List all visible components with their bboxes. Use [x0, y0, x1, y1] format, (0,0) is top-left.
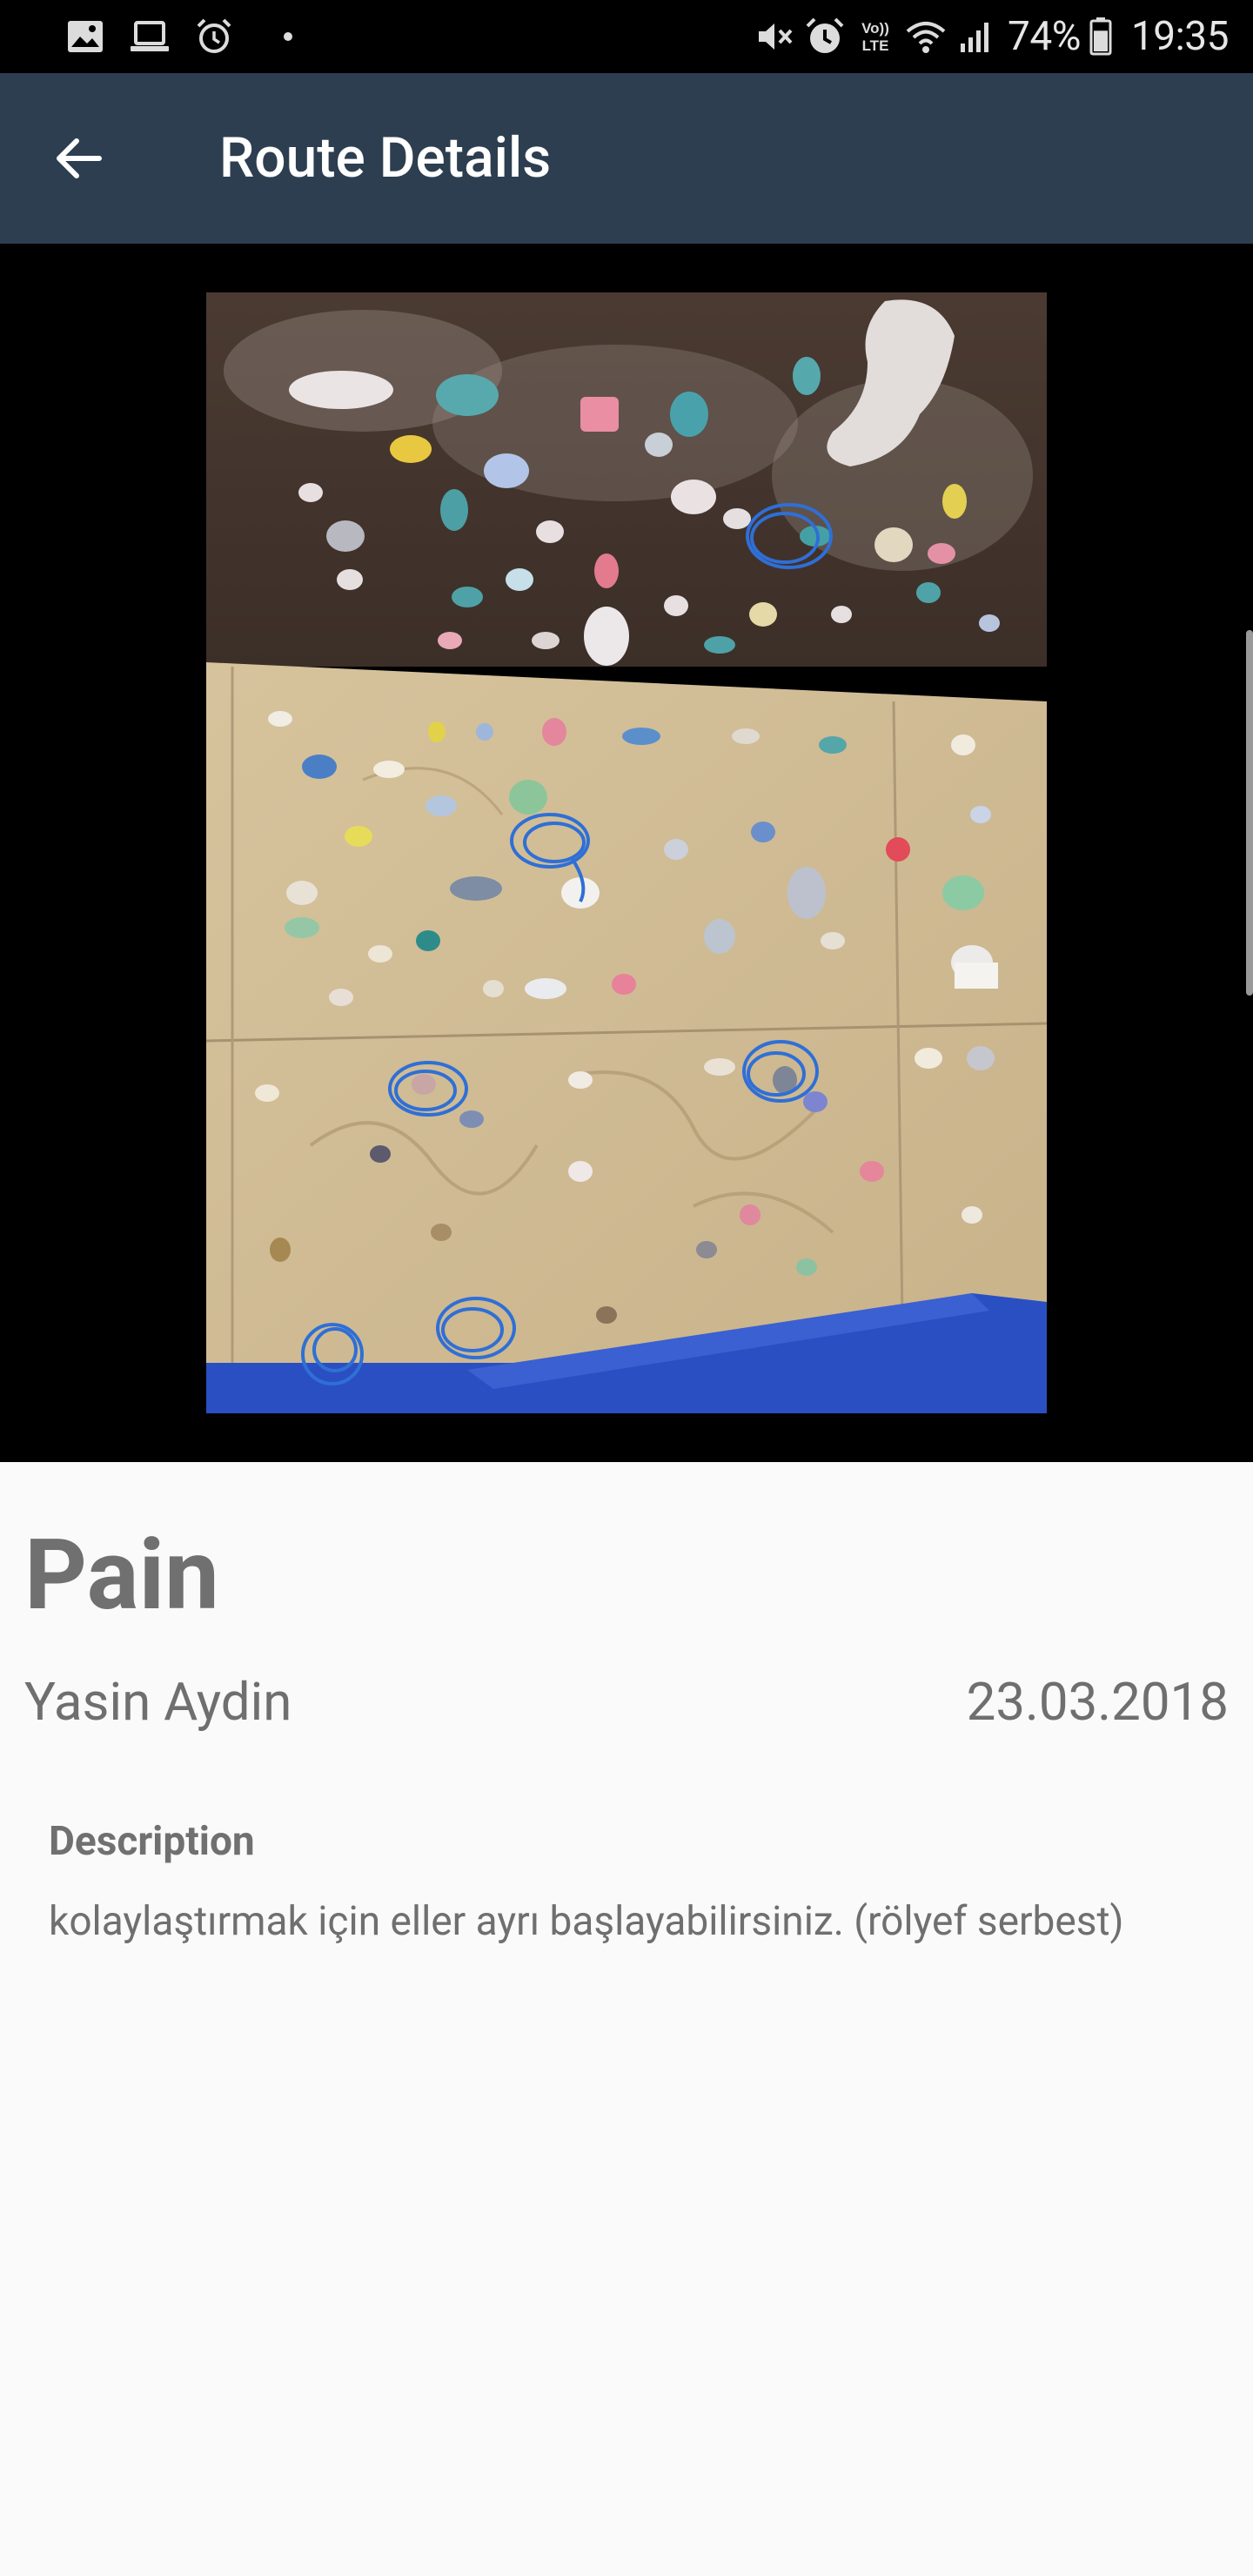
notification-dot-icon [284, 32, 292, 41]
svg-text:Vo)): Vo)) [861, 20, 889, 37]
scrollbar-thumb[interactable] [1246, 630, 1253, 996]
status-left-icons [64, 16, 292, 57]
laptop-icon [131, 21, 169, 51]
signal-icon [961, 23, 989, 52]
route-setter: Yasin Aydin [24, 1671, 292, 1733]
battery-percent: 74% [1008, 13, 1081, 60]
status-bar: Vo)) LTE 74% 19:35 [0, 0, 1253, 73]
description-label: Description [49, 1818, 255, 1865]
clock: 19:35 [1130, 13, 1230, 60]
back-button[interactable] [44, 124, 113, 193]
route-name: Pain [24, 1519, 219, 1633]
arrow-left-icon[interactable] [50, 131, 106, 186]
alarm-icon [806, 17, 844, 53]
svg-text:LTE: LTE [862, 37, 889, 54]
image-icon [68, 21, 103, 52]
alarm-icon [197, 18, 231, 53]
climbing-wall-photo[interactable] [206, 292, 1047, 1413]
route-photo-container [0, 244, 1253, 1462]
mute-icon [759, 23, 793, 50]
route-date: 23.03.2018 [966, 1671, 1229, 1733]
page-title: Route Details [219, 125, 552, 191]
status-right-icons: Vo)) LTE 74% 19:35 [754, 12, 1230, 61]
app-bar: Route Details [0, 73, 1253, 244]
description-text: kolaylaştırmak için eller ayrı başlayabi… [49, 1898, 1124, 1945]
battery-icon [1089, 17, 1112, 56]
volte-icon: Vo)) LTE [861, 20, 889, 54]
wifi-icon [906, 22, 946, 53]
